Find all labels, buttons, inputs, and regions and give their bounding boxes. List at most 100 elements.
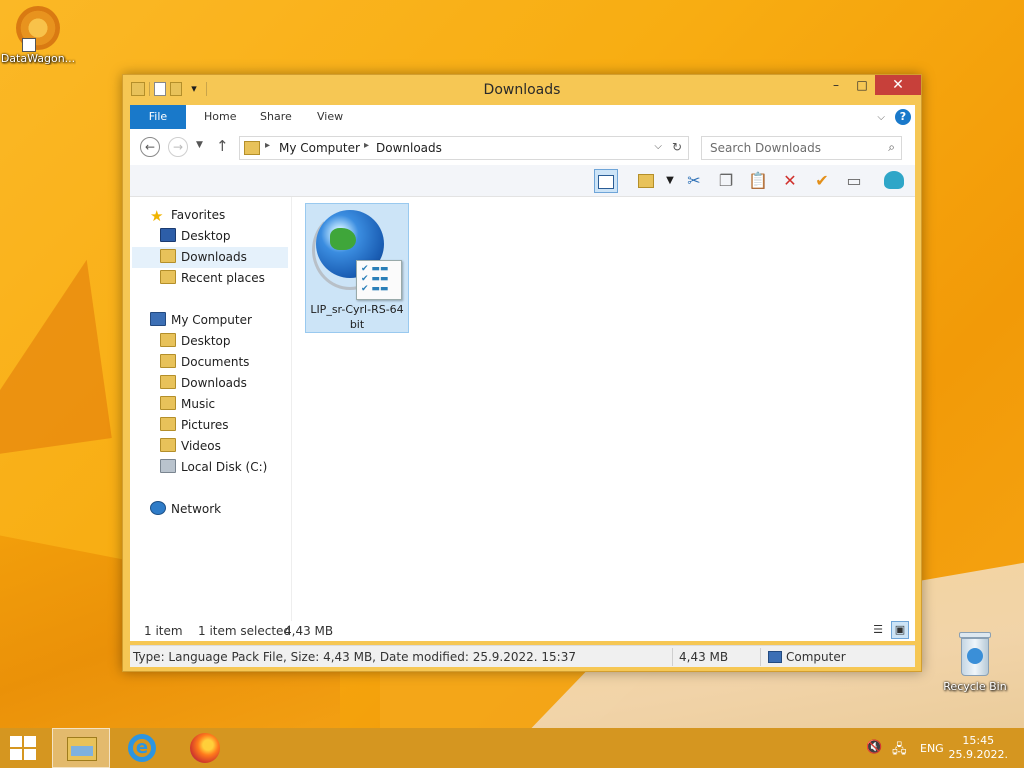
computer-icon: [768, 651, 782, 663]
expand-ribbon-icon[interactable]: ⌵: [877, 112, 885, 123]
volume-muted-icon[interactable]: 🔇: [866, 740, 882, 755]
details-size: 4,43 MB: [679, 650, 729, 664]
nav-computer-desktop[interactable]: Desktop: [160, 331, 231, 352]
language-indicator[interactable]: ENG: [920, 742, 944, 755]
cut-icon[interactable]: ✂: [682, 169, 706, 193]
breadcrumb-downloads[interactable]: Downloads: [376, 141, 442, 155]
checklist-icon: ✔ ▬▬ ✔ ▬▬ ✔ ▬▬: [356, 260, 402, 300]
nav-computer-local-disk[interactable]: Local Disk (C:): [160, 457, 267, 478]
downloads-folder-icon: [160, 249, 176, 263]
nav-label: Favorites: [171, 208, 226, 222]
help-icon[interactable]: ?: [895, 109, 911, 125]
recent-places-icon: [160, 270, 176, 284]
clock[interactable]: 15:45 25.9.2022.: [949, 734, 1008, 762]
nav-label: Downloads: [181, 376, 247, 390]
nav-label: Desktop: [181, 334, 231, 348]
taskbar-firefox[interactable]: [176, 728, 234, 768]
forward-button[interactable]: →: [168, 137, 188, 157]
search-icon[interactable]: ⌕: [888, 140, 895, 155]
properties-icon[interactable]: ▭: [842, 169, 866, 193]
nav-favorites-downloads[interactable]: Downloads: [132, 247, 288, 268]
file-item[interactable]: ✔ ▬▬ ✔ ▬▬ ✔ ▬▬ LIP_sr-Cyrl-RS-64bit: [305, 203, 409, 333]
address-dropdown-icon[interactable]: ⌵: [654, 141, 662, 152]
star-icon: ★: [150, 207, 164, 225]
window-controls: – □ ✕: [823, 75, 921, 95]
start-button[interactable]: [8, 734, 38, 762]
paste-icon[interactable]: 📋: [746, 169, 770, 193]
details-view-icon[interactable]: ☰: [869, 621, 887, 639]
nav-label: Desktop: [181, 229, 231, 243]
up-button[interactable]: ↑: [216, 137, 229, 155]
view-dropdown-icon[interactable]: ▼: [658, 169, 682, 193]
close-button[interactable]: ✕: [875, 75, 921, 95]
file-list[interactable]: ✔ ▬▬ ✔ ▬▬ ✔ ▬▬ LIP_sr-Cyrl-RS-64bit: [303, 197, 915, 641]
documents-folder-icon: [160, 354, 176, 368]
navigation-pane: ★ Favorites Desktop Downloads Recent plac…: [130, 197, 292, 641]
maximize-button[interactable]: □: [849, 75, 875, 95]
desktop-icon-label: Recycle Bin: [943, 680, 1007, 693]
nav-label: My Computer: [171, 313, 252, 327]
network-status-icon[interactable]: 🖧: [892, 740, 907, 762]
datawagon-shortcut-icon: [16, 6, 60, 52]
preview-pane-icon[interactable]: [594, 169, 618, 193]
nav-computer-music[interactable]: Music: [160, 394, 215, 415]
nav-label: Pictures: [181, 418, 229, 432]
title-bar[interactable]: ▾ Downloads – □ ✕: [123, 75, 921, 105]
nav-label: Recent places: [181, 271, 265, 285]
computer-icon: [150, 312, 166, 326]
downloads-folder-icon: [244, 141, 260, 155]
desktop-icon-recycle-bin[interactable]: Recycle Bin: [937, 632, 1013, 693]
nav-my-computer[interactable]: My Computer: [150, 310, 252, 331]
window-title: Downloads: [483, 82, 561, 98]
tab-file[interactable]: File: [130, 105, 186, 129]
nav-favorites-desktop[interactable]: Desktop: [160, 226, 231, 247]
copy-icon[interactable]: ❐: [714, 169, 738, 193]
recent-locations-dropdown-icon[interactable]: ▼: [196, 140, 203, 150]
status-bar: 1 item 1 item selected 4,43 MB ☰ ▣: [130, 621, 915, 641]
address-row: ← → ▼ ↑ ▸ My Computer ▸ Downloads ⌵ ↻ Se…: [130, 129, 915, 165]
nav-computer-pictures[interactable]: Pictures: [160, 415, 229, 436]
tab-home[interactable]: Home: [190, 105, 250, 129]
internet-explorer-icon: e: [128, 734, 156, 762]
tab-view[interactable]: View: [303, 105, 357, 129]
explorer-window: ▾ Downloads – □ ✕ File Home Share View ⌵…: [122, 74, 922, 672]
breadcrumb-separator-icon[interactable]: ▸: [364, 140, 369, 151]
content-area: ★ Favorites Desktop Downloads Recent plac…: [130, 197, 915, 641]
details-description: Type: Language Pack File, Size: 4,43 MB,…: [133, 650, 576, 664]
nav-computer-videos[interactable]: Videos: [160, 436, 221, 457]
shell-icon[interactable]: [882, 169, 906, 193]
taskbar-internet-explorer[interactable]: e: [114, 728, 172, 768]
music-folder-icon: [160, 396, 176, 410]
nav-label: Network: [171, 502, 222, 516]
address-bar[interactable]: ▸ My Computer ▸ Downloads ⌵ ↻: [239, 136, 689, 160]
desktop-icon-datawagon[interactable]: DataWagon...: [0, 6, 76, 65]
delete-icon[interactable]: ✕: [778, 169, 802, 193]
desktop-icon-label: DataWagon...: [0, 52, 76, 65]
nav-computer-documents[interactable]: Documents: [160, 352, 249, 373]
back-button[interactable]: ←: [140, 137, 160, 157]
refresh-icon[interactable]: ↻: [672, 140, 682, 154]
nav-label: Documents: [181, 355, 250, 369]
breadcrumb-my-computer[interactable]: My Computer: [279, 141, 360, 155]
nav-network[interactable]: Network: [150, 499, 221, 520]
folder-options-icon[interactable]: [634, 169, 658, 193]
nav-favorites-recent-places[interactable]: Recent places: [160, 268, 265, 289]
videos-folder-icon: [160, 438, 176, 452]
search-input[interactable]: Search Downloads ⌕: [701, 136, 902, 160]
selection-size: 4,43 MB: [284, 624, 334, 638]
downloads-folder-icon: [160, 375, 176, 389]
system-tray: 🔇 🖧 ENG 15:45 25.9.2022.: [824, 728, 1024, 768]
large-icons-view-icon[interactable]: ▣: [891, 621, 909, 639]
taskbar-file-explorer[interactable]: [52, 728, 110, 768]
selection-count: 1 item selected: [198, 624, 292, 638]
nav-computer-downloads[interactable]: Downloads: [160, 373, 247, 394]
firefox-icon: [190, 733, 220, 763]
network-icon: [150, 501, 166, 515]
nav-favorites[interactable]: ★ Favorites: [150, 205, 225, 226]
file-explorer-icon: [67, 737, 97, 761]
breadcrumb-separator-icon[interactable]: ▸: [265, 140, 270, 151]
minimize-button[interactable]: –: [823, 75, 849, 95]
rename-check-icon[interactable]: ✔: [810, 169, 834, 193]
tab-share[interactable]: Share: [246, 105, 306, 129]
details-bar: Type: Language Pack File, Size: 4,43 MB,…: [130, 645, 915, 667]
